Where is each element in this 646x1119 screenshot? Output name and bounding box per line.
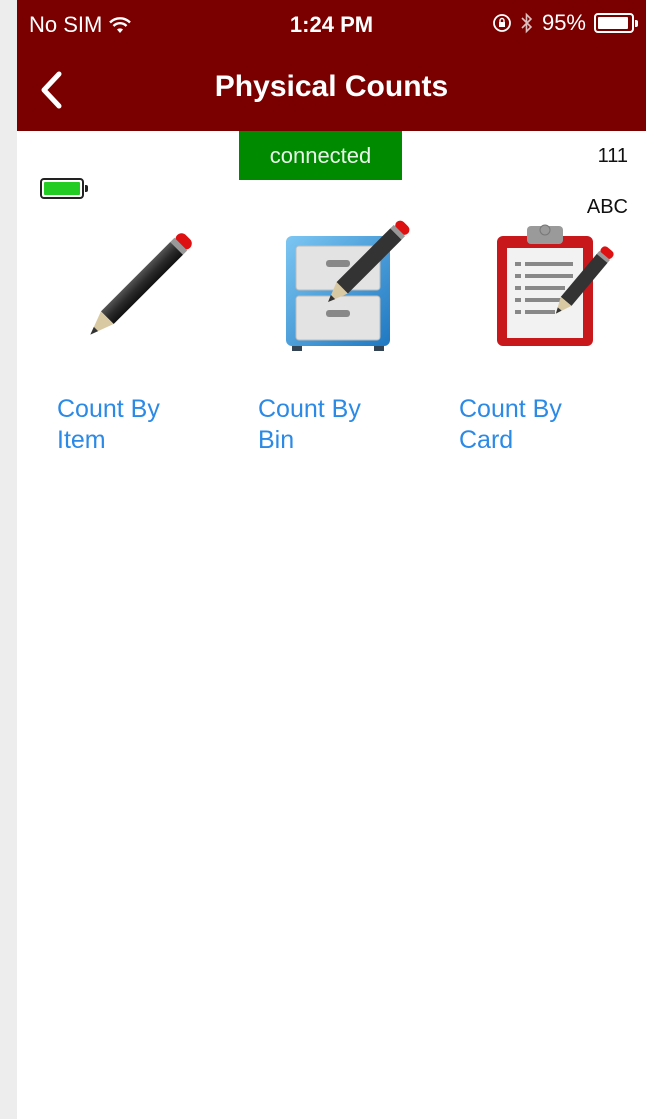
count-by-item-label: Count By Item [57, 395, 160, 454]
battery-percent: 95% [541, 10, 586, 35]
battery-fill [598, 17, 629, 29]
phone-screen: No SIM 1:24 PM 95% Physical Counts conne… [17, 0, 646, 1119]
connection-status-badge: connected [239, 131, 402, 180]
bluetooth-icon [521, 12, 533, 34]
counter-value: 111 [597, 145, 628, 167]
clipboard-edit-icon [459, 208, 619, 368]
count-by-card-option[interactable]: Count By Card [437, 208, 627, 456]
file-cabinet-edit-icon [258, 208, 418, 368]
status-right: 95% [492, 10, 638, 36]
orientation-lock-icon [493, 14, 511, 32]
top-bar: No SIM 1:24 PM 95% Physical Counts [17, 0, 646, 131]
count-by-item-option[interactable]: Count By Item [35, 208, 225, 456]
count-by-bin-option[interactable]: Count By Bin [236, 208, 426, 456]
device-battery-fill [44, 182, 80, 195]
page-title: Physical Counts [214, 70, 449, 103]
pencil-icon [57, 208, 217, 368]
battery-icon [594, 13, 638, 33]
count-by-bin-label: Count By Bin [258, 395, 361, 454]
count-by-card-label: Count By Card [459, 395, 562, 454]
device-battery-icon [40, 178, 88, 199]
